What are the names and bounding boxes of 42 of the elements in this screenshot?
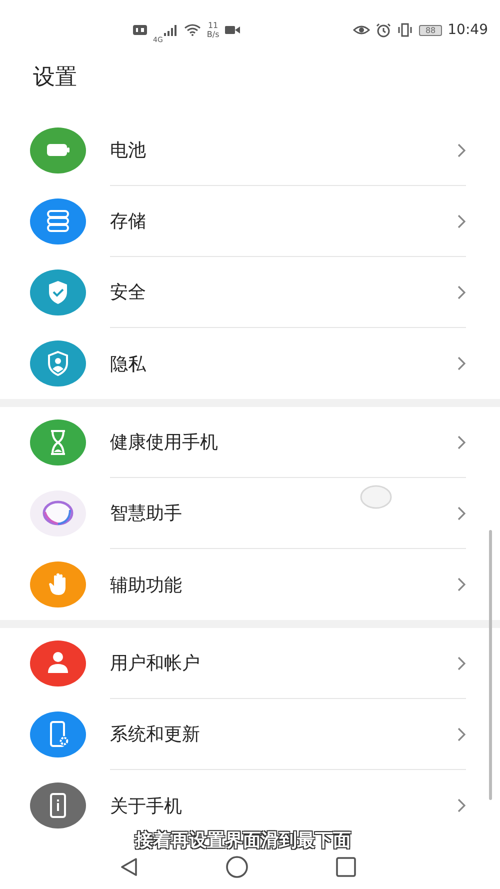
battery-icon <box>30 126 86 174</box>
hourglass-icon <box>30 418 86 466</box>
shield-person-icon <box>30 340 86 388</box>
storage-icon <box>30 198 86 246</box>
recent-apps-icon[interactable] <box>335 856 358 878</box>
chevron-right-icon <box>457 356 466 371</box>
chevron-right-icon <box>457 726 466 742</box>
chevron-right-icon <box>457 506 466 520</box>
item-label: 安全 <box>110 281 146 304</box>
person-icon <box>30 640 86 688</box>
alarm-icon <box>376 22 392 38</box>
wifi-icon <box>184 24 201 36</box>
hand-icon <box>30 560 86 608</box>
chevron-right-icon <box>457 656 466 670</box>
chevron-right-icon <box>457 214 466 228</box>
item-label: 用户和帐户 <box>110 652 200 675</box>
video-camera-icon <box>225 25 240 35</box>
item-label: 智慧助手 <box>110 502 182 525</box>
network-speed: 11 B/s <box>206 21 220 39</box>
ring-icon <box>30 490 86 538</box>
item-label: 系统和更新 <box>110 723 200 746</box>
item-label: 关于手机 <box>110 794 182 818</box>
signal-icon <box>164 24 178 36</box>
vibrate-icon <box>397 23 414 37</box>
chevron-right-icon <box>457 434 466 450</box>
shield-check-icon <box>30 268 86 316</box>
clock: 10:49 <box>448 22 488 38</box>
battery-indicator: 88 <box>419 24 442 36</box>
phone-info-icon <box>30 782 86 830</box>
phone-gear-icon <box>30 710 86 758</box>
eye-icon <box>353 24 370 36</box>
item-label: 辅助功能 <box>110 574 182 596</box>
item-label: 电池 <box>110 139 146 162</box>
chevron-right-icon <box>457 577 466 592</box>
item-label: 存储 <box>110 210 146 233</box>
chevron-right-icon <box>457 142 466 158</box>
item-label: 健康使用手机 <box>110 431 218 454</box>
chevron-right-icon <box>457 284 466 300</box>
home-icon[interactable] <box>225 855 250 879</box>
page-title: 设置 <box>32 64 78 92</box>
chevron-right-icon <box>457 798 466 813</box>
item-label: 隐私 <box>110 352 146 376</box>
